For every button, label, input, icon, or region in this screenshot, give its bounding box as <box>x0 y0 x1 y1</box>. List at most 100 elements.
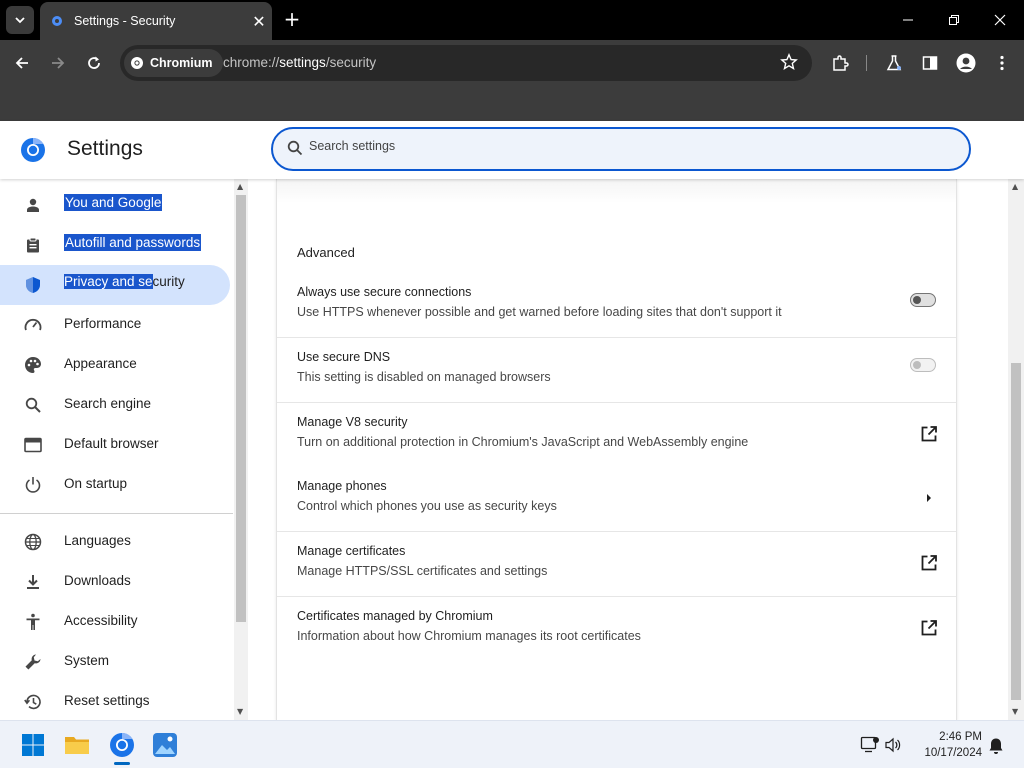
profile-button[interactable] <box>952 49 980 77</box>
external-link-icon[interactable] <box>920 425 938 443</box>
forward-button[interactable] <box>44 49 72 77</box>
shield-icon <box>24 276 42 294</box>
browser-toolbar: Chromium chrome://settings/security <box>0 40 1024 86</box>
row-description: Information about how Chromium manages i… <box>297 629 641 643</box>
close-tab-icon[interactable]: ✕ <box>246 12 272 31</box>
sidebar-item-you-and-google[interactable]: You and Google <box>0 185 230 225</box>
row-title: Use secure DNS <box>297 350 391 364</box>
volume-icon[interactable] <box>884 736 902 754</box>
sidebar-item-accessibility[interactable]: Accessibility <box>0 602 230 642</box>
row-certificates-managed-by-chromium[interactable]: Certificates managed by Chromium Informa… <box>277 597 956 662</box>
sidebar-item-reset-settings[interactable]: Reset settings <box>0 682 230 720</box>
security-card: Advanced Always use secure connections U… <box>276 179 957 720</box>
bookmark-star-icon[interactable] <box>780 53 798 75</box>
tab-search-button[interactable] <box>6 6 34 34</box>
extensions-button[interactable] <box>826 49 854 77</box>
scroll-up-arrow-icon[interactable]: ▲ <box>237 182 243 191</box>
accessibility-icon <box>24 613 42 631</box>
sidebar-item-search-engine[interactable]: Search engine <box>0 385 230 425</box>
notification-bell-icon[interactable] <box>988 737 1004 755</box>
active-tab[interactable]: Settings - Security ✕ <box>40 2 272 40</box>
search-box[interactable] <box>271 127 971 171</box>
scroll-up-arrow-icon[interactable]: ▲ <box>1012 182 1018 191</box>
tab-title: Settings - Security <box>74 14 176 28</box>
speedometer-icon <box>24 316 42 334</box>
sidebar-item-default-browser[interactable]: Default browser <box>0 425 230 465</box>
scroll-down-arrow-icon[interactable]: ▼ <box>237 707 243 716</box>
external-link-icon[interactable] <box>920 554 938 572</box>
main-scrollbar[interactable]: ▲ ▼ <box>1008 179 1024 720</box>
restore-icon <box>949 15 959 25</box>
windows-start-icon[interactable] <box>20 732 46 758</box>
row-secure-dns: Use secure DNS This setting is disabled … <box>277 338 956 403</box>
menu-button[interactable] <box>988 49 1016 77</box>
row-title: Manage V8 security <box>297 415 408 429</box>
address-bar[interactable]: Chromium chrome://settings/security <box>120 45 812 81</box>
sidebar-item-label: Downloads <box>64 573 131 588</box>
sidebar-item-appearance[interactable]: Appearance <box>0 345 230 385</box>
url-text[interactable]: chrome://settings/security <box>223 55 376 70</box>
clock-time: 2:46 PM <box>939 731 982 743</box>
row-manage-phones[interactable]: Manage phones Control which phones you u… <box>277 467 956 532</box>
reload-button[interactable] <box>80 49 108 77</box>
sidebar-item-label: Search engine <box>64 396 152 411</box>
scroll-down-arrow-icon[interactable]: ▼ <box>1012 707 1018 716</box>
sidebar-item-label: System <box>64 653 110 668</box>
restore-button[interactable] <box>934 6 974 34</box>
sidebar-scroll-thumb[interactable] <box>236 195 246 622</box>
sidebar-item-label: Accessibility <box>64 613 138 628</box>
chromium-logo <box>21 138 45 162</box>
sidebar-item-label: Reset settings <box>64 693 150 708</box>
chevron-down-icon <box>15 17 25 24</box>
sidebar-item-label: You and Google <box>64 194 163 211</box>
clock[interactable]: 2:46 PM 10/17/2024 <box>912 729 982 761</box>
arrow-right-icon[interactable] <box>920 489 938 507</box>
main-scroll-thumb[interactable] <box>1011 363 1021 700</box>
active-app-indicator <box>114 762 130 765</box>
sidebar-item-label: Languages <box>64 533 131 548</box>
row-title: Manage phones <box>297 479 387 493</box>
labs-button[interactable] <box>880 49 908 77</box>
network-icon[interactable] <box>860 736 880 754</box>
sidebar-item-system[interactable]: System <box>0 642 230 682</box>
new-tab-button[interactable]: + <box>282 6 302 34</box>
sidebar: You and Google Autofill and passwords Pr… <box>0 179 233 720</box>
row-manage-v8-security[interactable]: Manage V8 security Turn on additional pr… <box>277 403 956 468</box>
row-description: Control which phones you use as security… <box>297 499 557 513</box>
photos-app-icon[interactable] <box>152 732 178 758</box>
sidebar-item-label: On startup <box>64 476 128 491</box>
row-description: Turn on additional protection in Chromiu… <box>297 435 749 449</box>
close-icon <box>994 14 1006 26</box>
sidebar-item-languages[interactable]: Languages <box>0 522 230 562</box>
clock-date: 10/17/2024 <box>924 747 982 759</box>
puzzle-icon <box>833 55 849 71</box>
close-window-button[interactable] <box>980 6 1020 34</box>
kebab-menu-icon <box>1000 55 1004 71</box>
sidebar-item-downloads[interactable]: Downloads <box>0 562 230 602</box>
sidebar-item-privacy-and-security[interactable]: Privacy and security <box>0 265 230 305</box>
side-panel-button[interactable] <box>916 49 944 77</box>
external-link-icon[interactable] <box>920 619 938 637</box>
row-description: This setting is disabled on managed brow… <box>297 370 551 384</box>
file-explorer-icon[interactable] <box>64 732 90 758</box>
row-always-secure-connections[interactable]: Always use secure connections Use HTTPS … <box>277 273 956 338</box>
search-icon <box>287 140 303 156</box>
section-title: Advanced <box>297 245 355 260</box>
sidebar-item-autofill[interactable]: Autofill and passwords <box>0 225 230 265</box>
minimize-button[interactable] <box>888 6 928 34</box>
row-title: Certificates managed by Chromium <box>297 609 493 623</box>
sidebar-item-label: Performance <box>64 316 142 331</box>
row-manage-certificates[interactable]: Manage certificates Manage HTTPS/SSL cer… <box>277 532 956 597</box>
sidebar-item-on-startup[interactable]: On startup <box>0 465 230 505</box>
sidebar-item-performance[interactable]: Performance <box>0 305 230 345</box>
search-input[interactable] <box>309 139 909 153</box>
sidebar-divider <box>0 513 233 514</box>
taskbar: 2:46 PM 10/17/2024 <box>0 720 1024 768</box>
sidebar-item-label: Appearance <box>64 356 137 371</box>
https-toggle[interactable] <box>910 293 936 307</box>
back-button[interactable] <box>8 49 36 77</box>
chromium-taskbar-icon[interactable] <box>109 732 135 758</box>
side-panel-icon <box>922 56 938 70</box>
arrow-left-icon <box>15 57 28 69</box>
sidebar-scrollbar[interactable]: ▲ ▼ <box>234 179 248 720</box>
